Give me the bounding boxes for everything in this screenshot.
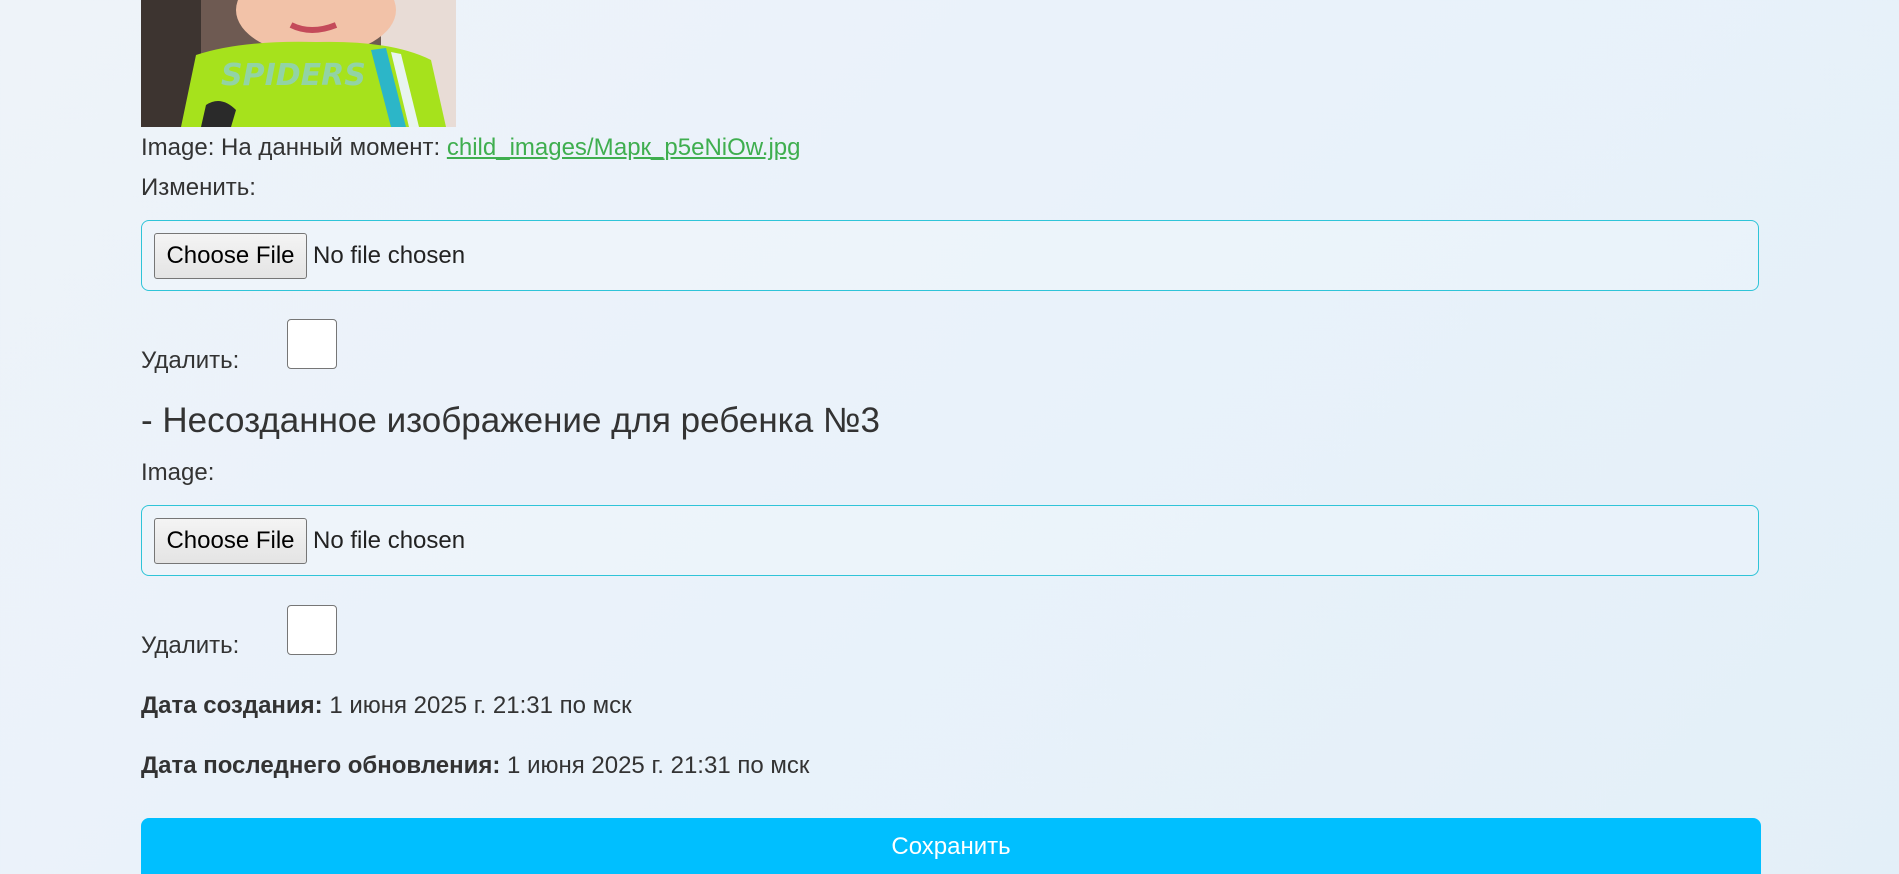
new-image-label: Image: [141, 459, 215, 486]
file-input-change[interactable]: Choose File No file chosen [141, 220, 1759, 291]
no-file-text: No file chosen [313, 527, 466, 554]
updated-label: Дата последнего обновления: [141, 752, 501, 779]
delete-checkbox[interactable] [287, 319, 337, 369]
created-label: Дата создания: [141, 692, 323, 719]
created-date: Дата создания: 1 июня 2025 г. 21:31 по м… [141, 692, 632, 720]
delete-label: Удалить: [141, 632, 240, 659]
svg-text:SPIDERS: SPIDERS [221, 58, 366, 93]
choose-file-button[interactable]: Choose File [154, 518, 307, 564]
current-image-line: Image: На данный момент: child_images/Ма… [141, 134, 800, 162]
current-image-link[interactable]: child_images/Марк_p5eNiOw.jpg [447, 134, 801, 161]
no-file-text: No file chosen [313, 242, 466, 269]
image-label: Image: [141, 134, 215, 161]
change-label: Изменить: [141, 174, 256, 201]
file-input-new-image[interactable]: Choose File No file chosen [141, 505, 1759, 576]
created-value: 1 июня 2025 г. 21:31 по мск [329, 692, 632, 719]
save-button[interactable]: Сохранить [141, 818, 1761, 874]
delete-label: Удалить: [141, 347, 240, 374]
delete-checkbox[interactable] [287, 605, 337, 655]
child-photo: SPIDERS [141, 0, 456, 127]
current-prefix: На данный момент: [221, 134, 441, 161]
updated-date: Дата последнего обновления: 1 июня 2025 … [141, 752, 809, 780]
updated-value: 1 июня 2025 г. 21:31 по мск [507, 752, 810, 779]
choose-file-button[interactable]: Choose File [154, 233, 307, 279]
new-image-heading: - Несозданное изображение для ребенка №3 [141, 401, 880, 440]
